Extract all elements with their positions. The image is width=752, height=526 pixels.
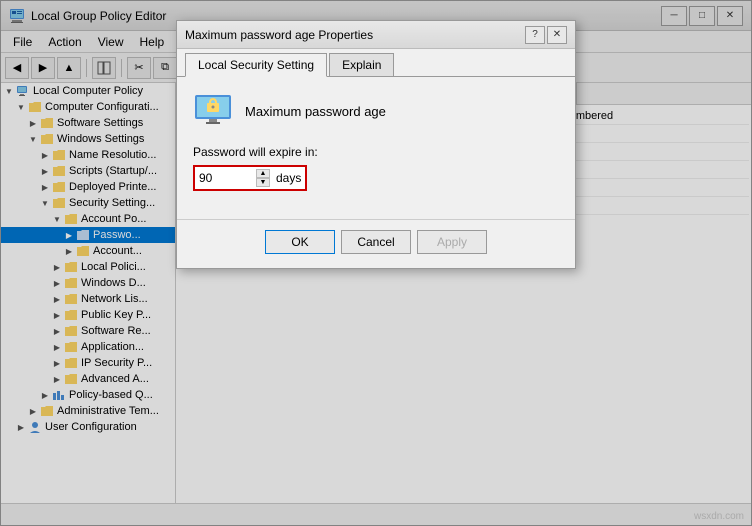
- dialog: Maximum password age Properties ? ✕ Loca…: [176, 20, 576, 269]
- dialog-close-button[interactable]: ✕: [547, 26, 567, 44]
- spinner: ▲ ▼: [256, 169, 270, 187]
- dialog-overlay: Maximum password age Properties ? ✕ Loca…: [0, 0, 752, 526]
- dialog-tabs: Local Security Setting Explain: [177, 49, 575, 77]
- cancel-button[interactable]: Cancel: [341, 230, 411, 254]
- dialog-expire-label: Password will expire in:: [193, 145, 559, 159]
- dialog-button-row: OK Cancel Apply: [177, 219, 575, 268]
- dialog-title-bar: Maximum password age Properties ? ✕: [177, 21, 575, 49]
- spinner-down-button[interactable]: ▼: [256, 178, 270, 187]
- spinner-up-button[interactable]: ▲: [256, 169, 270, 178]
- dialog-title-text: Maximum password age Properties: [185, 28, 525, 42]
- dialog-input-section: Password will expire in: ▲ ▼ days: [193, 145, 559, 191]
- dialog-title-buttons: ? ✕: [525, 26, 567, 44]
- watermark: wsxdn.com: [694, 511, 744, 522]
- days-unit-label: days: [276, 171, 301, 185]
- tab-explain[interactable]: Explain: [329, 53, 394, 76]
- dialog-policy-name: Maximum password age: [245, 104, 386, 119]
- policy-icon: [193, 93, 233, 129]
- apply-button[interactable]: Apply: [417, 230, 487, 254]
- dialog-help-button[interactable]: ?: [525, 26, 545, 44]
- dialog-icon-row: Maximum password age: [193, 93, 559, 129]
- ok-button[interactable]: OK: [265, 230, 335, 254]
- dialog-input-wrapper: ▲ ▼ days: [193, 165, 307, 191]
- dialog-content: Maximum password age Password will expir…: [177, 77, 575, 219]
- tab-local-security-setting[interactable]: Local Security Setting: [185, 53, 327, 77]
- password-age-input[interactable]: [199, 171, 254, 185]
